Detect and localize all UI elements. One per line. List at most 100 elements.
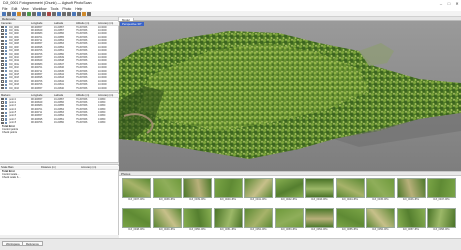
photo-thumbnail[interactable]: DJI_0048.JPG bbox=[122, 208, 151, 234]
column-header[interactable]: Accuracy (m) bbox=[97, 94, 119, 96]
photo-caption: DJI_0055.JPG bbox=[341, 228, 359, 231]
photo-thumbnail[interactable]: DJI_0042.JPG bbox=[274, 178, 304, 204]
photo-thumbnail[interactable]: DJI_0051.JPG bbox=[213, 208, 243, 234]
tab-workspace[interactable]: Workspace bbox=[2, 241, 24, 246]
photo-thumbnail[interactable]: DJI_0047.JPG bbox=[427, 178, 456, 204]
toolbar-button-icon[interactable] bbox=[32, 11, 36, 16]
column-header[interactable]: Altitude (m) bbox=[75, 94, 97, 96]
photo-image bbox=[274, 208, 304, 228]
toolbar-button-icon[interactable] bbox=[72, 11, 76, 16]
photo-caption: DJI_0042.JPG bbox=[280, 198, 298, 201]
menu-photo[interactable]: Photo bbox=[62, 7, 71, 11]
photo-caption: DJI_0057.JPG bbox=[402, 228, 420, 231]
row-cell: 98.409706 bbox=[31, 121, 43, 125]
table-row[interactable]: point 8 98.409706 16.22850 75.207066 0.0050 bbox=[0, 121, 119, 124]
photo-caption: DJI_0052.JPG bbox=[250, 228, 267, 231]
photo-thumbnail[interactable]: DJI_0040.JPG bbox=[213, 178, 243, 204]
row-cell: 0.0050 bbox=[98, 121, 106, 125]
col-distance[interactable]: Distance (m) bbox=[40, 166, 80, 168]
photo-thumbnail[interactable]: DJI_0057.JPG bbox=[396, 208, 426, 234]
photo-thumbnail[interactable]: DJI_0046.JPG bbox=[396, 178, 426, 204]
photo-thumbnail[interactable]: DJI_0052.JPG bbox=[244, 208, 273, 234]
photo-image bbox=[122, 208, 151, 228]
photo-thumbnail[interactable]: DJI_0043.JPG bbox=[305, 178, 334, 204]
toolbar-button-icon[interactable] bbox=[37, 11, 41, 16]
photo-caption: DJI_0056.JPG bbox=[372, 228, 389, 231]
toolbar-button-icon[interactable] bbox=[77, 11, 81, 16]
photo-thumbnail[interactable]: DJI_0054.JPG bbox=[305, 208, 334, 234]
photo-thumbnail[interactable]: DJI_0050.JPG bbox=[183, 208, 212, 234]
photo-image bbox=[183, 208, 212, 228]
col-accuracy[interactable]: Accuracy (m) bbox=[80, 166, 119, 168]
column-header[interactable]: Accuracy (m) bbox=[97, 22, 119, 24]
photo-image bbox=[183, 178, 212, 198]
photo-image bbox=[213, 178, 243, 198]
photo-thumbnail[interactable]: DJI_0058.JPG bbox=[427, 208, 456, 234]
markers-table: Markers Longitude Latitude Altitude (m) Accu… bbox=[0, 94, 119, 135]
photo-image bbox=[366, 208, 395, 228]
photo-caption: DJI_0049.JPG bbox=[158, 228, 176, 231]
toolbar-button-icon[interactable] bbox=[2, 11, 6, 16]
photo-caption: DJI_0041.JPG bbox=[250, 198, 267, 201]
toolbar-button-icon[interactable] bbox=[17, 11, 21, 16]
toolbar-button-icon[interactable] bbox=[82, 11, 86, 16]
toolbar-button-icon[interactable] bbox=[27, 11, 31, 16]
column-header[interactable]: Latitude bbox=[53, 94, 75, 96]
photo-caption: DJI_0045.JPG bbox=[372, 198, 389, 201]
column-header[interactable]: Altitude (m) bbox=[75, 22, 97, 24]
toolbar-button-icon[interactable] bbox=[62, 11, 66, 16]
toolbar-button-icon[interactable] bbox=[42, 11, 46, 16]
photo-caption: DJI_0058.JPG bbox=[433, 228, 450, 231]
point-cloud-render[interactable] bbox=[119, 21, 461, 171]
window-title: DJI_0001 Fotogrammetri (Chunk) — Agisoft… bbox=[3, 1, 92, 5]
photo-thumbnail[interactable]: DJI_0055.JPG bbox=[335, 208, 365, 234]
menu-edit[interactable]: Edit bbox=[11, 7, 17, 11]
photo-thumbnail[interactable]: DJI_0038.JPG bbox=[152, 178, 182, 204]
photo-image bbox=[244, 208, 273, 228]
photo-image bbox=[305, 208, 334, 228]
panel-toolbar bbox=[0, 90, 119, 93]
check-points-label: Check points bbox=[2, 131, 17, 135]
tab-reference[interactable]: Reference bbox=[22, 241, 43, 246]
photo-caption: DJI_0040.JPG bbox=[219, 198, 237, 201]
photo-thumbnail[interactable]: DJI_0041.JPG bbox=[244, 178, 273, 204]
photo-thumbnail[interactable]: DJI_0039.JPG bbox=[183, 178, 212, 204]
photos-pane-header: Photos bbox=[119, 172, 461, 176]
photo-caption: DJI_0046.JPG bbox=[402, 198, 420, 201]
column-header[interactable]: Markers bbox=[0, 94, 30, 96]
toolbar-button-icon[interactable] bbox=[47, 11, 51, 16]
photo-image bbox=[335, 178, 365, 198]
column-header[interactable]: Longitude bbox=[30, 22, 53, 24]
menu-help[interactable]: Help bbox=[75, 7, 82, 11]
toolbar-button-icon[interactable] bbox=[67, 11, 71, 16]
col-scalebars[interactable]: Scale Bars bbox=[0, 166, 40, 168]
photo-image bbox=[396, 208, 426, 228]
row-checkbox[interactable] bbox=[1, 121, 4, 125]
toolbar-button-icon[interactable] bbox=[57, 11, 61, 16]
column-header[interactable]: Latitude bbox=[53, 22, 75, 24]
menu-tools[interactable]: Tools bbox=[51, 7, 59, 11]
perspective-label: Perspective 30° bbox=[120, 22, 144, 26]
photo-caption: DJI_0054.JPG bbox=[311, 228, 328, 231]
toolbar-button-icon[interactable] bbox=[87, 11, 91, 16]
menu-workflow[interactable]: Workflow bbox=[33, 7, 47, 11]
photo-thumbnail[interactable]: DJI_0049.JPG bbox=[152, 208, 182, 234]
toolbar-button-icon[interactable] bbox=[22, 11, 26, 16]
toolbar-button-icon[interactable] bbox=[12, 11, 16, 16]
column-header[interactable]: Longitude bbox=[30, 94, 53, 96]
photo-image bbox=[427, 178, 456, 198]
photo-thumbnail[interactable]: DJI_0044.JPG bbox=[335, 178, 365, 204]
menu-view[interactable]: View bbox=[21, 7, 28, 11]
photo-thumbnail[interactable]: DJI_0045.JPG bbox=[366, 178, 395, 204]
photo-thumbnail[interactable]: DJI_0056.JPG bbox=[366, 208, 395, 234]
toolbar-button-icon[interactable] bbox=[7, 11, 11, 16]
model-viewport[interactable]: Model Perspective 30° bbox=[119, 17, 461, 171]
menu-file[interactable]: File bbox=[2, 7, 7, 11]
column-header[interactable]: Cameras bbox=[0, 22, 30, 24]
row-cell: 75.207066 bbox=[76, 121, 88, 125]
toolbar-button-icon[interactable] bbox=[52, 11, 56, 16]
photo-caption: DJI_0038.JPG bbox=[158, 198, 176, 201]
photo-caption: DJI_0043.JPG bbox=[311, 198, 328, 201]
photo-thumbnail[interactable]: DJI_0037.JPG bbox=[122, 178, 151, 204]
photo-thumbnail[interactable]: DJI_0053.JPG bbox=[274, 208, 304, 234]
